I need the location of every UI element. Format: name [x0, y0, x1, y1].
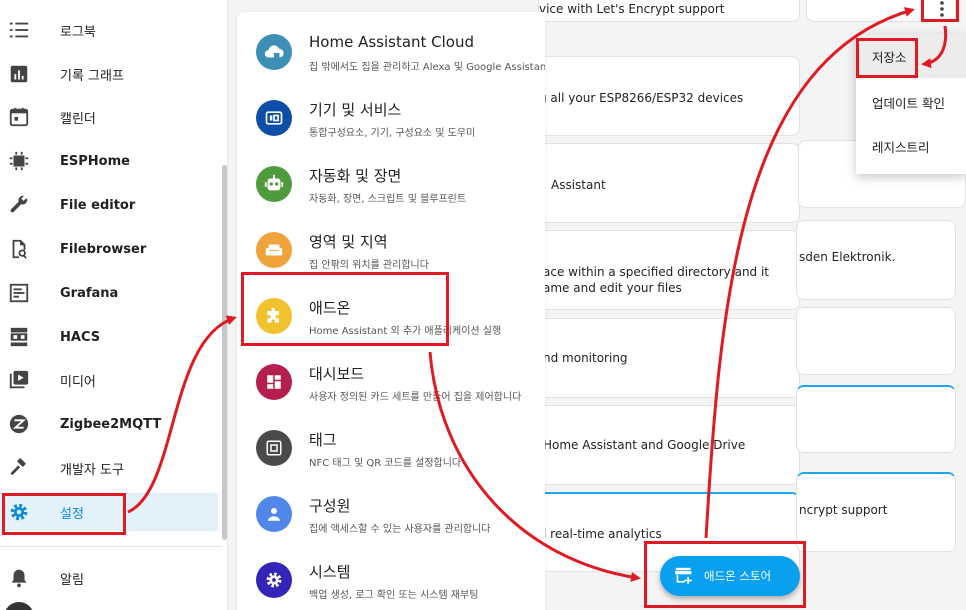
bg-card-text: nd monitoring: [543, 351, 628, 365]
sidebar-divider: [0, 546, 222, 547]
bell-icon: [11, 569, 27, 588]
bg-card-text: Assistant: [551, 178, 606, 192]
menu-item-title: Home Assistant Cloud: [309, 33, 475, 51]
sidebar-item-label: 알림: [60, 572, 84, 588]
avatar[interactable]: [4, 602, 34, 610]
menu-item-devices[interactable]: 기기 및 서비스 통합구성요소, 기기, 구성요소 및 도우미: [237, 84, 545, 150]
nfc-icon: [256, 430, 292, 466]
robot-icon: [256, 166, 292, 202]
menu-item-title: 대시보드: [309, 365, 365, 383]
zigbee-icon: [9, 414, 29, 434]
highlight-overflow-menu: [921, 0, 959, 22]
sidebar-item-label: 미디어: [60, 374, 96, 390]
sidebar-item-label: 캘린더: [60, 111, 96, 127]
chart-box-icon: [9, 283, 29, 303]
bg-card[interactable]: g all your ESP8266/ESP32 devices: [538, 56, 800, 136]
menu-item-title: 구성원: [309, 497, 351, 515]
menu-item-subtitle: 사용자 정의된 카드 세트를 만들어 집을 제어합니다: [309, 392, 522, 403]
hacs-icon: [10, 327, 28, 347]
bg-card[interactable]: ncrypt support: [796, 472, 956, 552]
sidebar-item-label: Filebrowser: [60, 241, 147, 257]
sidebar-item-label: ESPHome: [60, 153, 130, 169]
sidebar-item-media[interactable]: 미디어: [0, 361, 218, 399]
sofa-icon: [256, 232, 292, 268]
sidebar-item-zigbee2mqtt[interactable]: Zigbee2MQTT: [0, 405, 218, 443]
menu-item-automations[interactable]: 자동화 및 장면 자동화, 장면, 스크립트 및 블루프린트: [237, 150, 545, 216]
sidebar-item-notifications[interactable]: 알림: [0, 559, 218, 597]
gear-icon: [256, 562, 292, 598]
esphome-icon: [9, 151, 29, 171]
sidebar-item-label: HACS: [60, 329, 101, 345]
sidebar-item-file-editor[interactable]: File editor: [0, 186, 218, 224]
bg-card[interactable]: Home Assistant and Google Drive: [538, 405, 800, 485]
bg-card-text: Home Assistant and Google Drive: [543, 438, 746, 452]
sidebar-item-grafana[interactable]: Grafana: [0, 274, 218, 312]
media-icon: [9, 370, 29, 389]
sidebar-item-label: Grafana: [60, 285, 119, 301]
bg-card-text: sden Elektronik.: [799, 250, 896, 264]
menu-item-tags[interactable]: 태그 NFC 태그 및 QR 코드를 설정합니다: [237, 414, 545, 480]
bg-card[interactable]: Assistant: [538, 143, 800, 223]
bg-card-text: g all your ESP8266/ESP32 devices: [539, 91, 744, 105]
menu-item-subtitle: 집 안팎의 위치를 관리합니다: [309, 260, 429, 271]
sidebar-scrollbar[interactable]: [222, 165, 227, 540]
menu-item-title: 시스템: [309, 563, 351, 581]
menu-item-subtitle: 백업 생성, 로그 확인 또는 시스템 재부팅: [309, 590, 479, 601]
dropdown-item-check-updates[interactable]: 업데이트 확인: [856, 80, 966, 124]
highlight-addons: [241, 272, 449, 346]
sidebar-item-label: 로그북: [60, 24, 96, 40]
bg-card[interactable]: [796, 385, 956, 453]
sidebar-item-label: File editor: [60, 197, 136, 213]
bg-card-text: vice with Let's Encrypt support: [539, 2, 725, 16]
menu-item-system[interactable]: 시스템 백업 생성, 로그 확인 또는 시스템 재부팅: [237, 546, 545, 610]
bg-card-text: ace within a specified directory and it: [543, 265, 770, 279]
menu-item-title: 영역 및 지역: [309, 233, 388, 251]
sidebar-item-label: 개발자 도구: [60, 462, 124, 478]
menu-item-subtitle: 통합구성요소, 기기, 구성요소 및 도우미: [309, 128, 476, 139]
menu-item-subtitle: NFC 태그 및 QR 코드를 설정합니다: [309, 458, 462, 469]
bg-card[interactable]: nd monitoring: [538, 318, 800, 398]
history-graph-icon: [10, 65, 28, 83]
menu-item-title: 기기 및 서비스: [309, 101, 402, 119]
highlight-addon-store: [644, 541, 806, 608]
highlight-settings: [2, 493, 126, 535]
highlight-repositories: [856, 38, 918, 78]
bg-card[interactable]: ace within a specified directory and it …: [538, 230, 800, 310]
dashboard-icon: [256, 364, 292, 400]
sidebar-item-label: 기록 그래프: [60, 68, 124, 84]
menu-item-subtitle: 자동화, 장면, 스크립트 및 블루프린트: [309, 194, 467, 205]
sidebar-item-label: Zigbee2MQTT: [60, 416, 162, 432]
bg-card[interactable]: sden Elektronik.: [796, 220, 956, 300]
menu-item-subtitle: 집에 액세스할 수 있는 사용자를 관리합니다: [309, 524, 491, 535]
calendar-icon: [9, 107, 29, 127]
menu-item-dashboards[interactable]: 대시보드 사용자 정의된 카드 세트를 만들어 집을 제어합니다: [237, 348, 545, 414]
sidebar-item-history[interactable]: 기록 그래프: [0, 55, 218, 93]
menu-item-people[interactable]: 구성원 집에 액세스할 수 있는 사용자를 관리합니다: [237, 480, 545, 546]
sidebar-item-logbook[interactable]: 로그북: [0, 11, 218, 49]
logbook-icon: [9, 22, 29, 38]
cloud-lock-icon: [256, 34, 292, 70]
bg-card-text: ncrypt support: [799, 503, 888, 517]
bg-card-text: ame and edit your files: [543, 281, 682, 295]
sidebar-item-filebrowser[interactable]: Filebrowser: [0, 230, 218, 268]
bg-card[interactable]: vice with Let's Encrypt support: [538, 0, 800, 22]
devices-icon: [256, 100, 292, 136]
sidebar-item-calendar[interactable]: 캘린더: [0, 98, 218, 136]
menu-item-subtitle: 집 밖에서도 집을 관리하고 Alexa 및 Google Assistant와…: [309, 62, 545, 73]
wrench-icon: [10, 195, 28, 213]
bg-card-text: l real-time analytics: [543, 527, 662, 541]
sidebar-item-hacs[interactable]: HACS: [0, 318, 218, 356]
menu-item-cloud[interactable]: Home Assistant Cloud 집 밖에서도 집을 관리하고 Alex…: [237, 18, 545, 84]
file-search-icon: [12, 239, 27, 259]
menu-item-title: 태그: [309, 431, 337, 449]
hammer-icon: [10, 457, 27, 476]
bg-card[interactable]: [796, 307, 956, 375]
person-icon: [256, 496, 292, 532]
sidebar-item-esphome[interactable]: ESPHome: [0, 142, 218, 180]
menu-item-title: 자동화 및 장면: [309, 167, 402, 185]
dropdown-item-registries[interactable]: 레지스트리: [856, 124, 966, 168]
sidebar-item-developer-tools[interactable]: 개발자 도구: [0, 449, 218, 487]
